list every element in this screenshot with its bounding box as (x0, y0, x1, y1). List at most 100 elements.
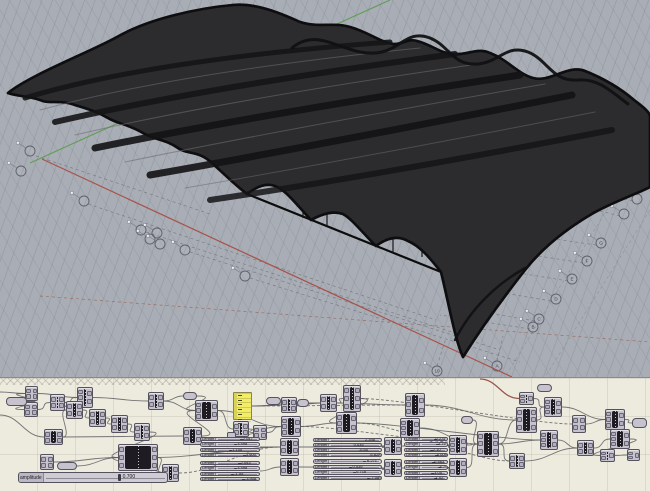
gh-number-slider[interactable]: Length-7.085 (313, 476, 382, 481)
gh-number-slider[interactable]: Length3.909 (200, 453, 260, 457)
gh-component[interactable] (384, 459, 402, 477)
grid-bubble-label: B (531, 325, 534, 330)
gh-number-slider[interactable]: Length3.498 (200, 466, 260, 470)
gh-number-slider[interactable]: Length-5.828 (313, 453, 382, 457)
gh-number-slider[interactable]: Length2.398 (313, 438, 382, 442)
gh-component[interactable] (44, 429, 63, 445)
gh-slider-stack[interactable]: Length2.047Length3.498 Length1.155Length3… (200, 437, 260, 457)
gh-number-slider[interactable]: Length-3.05 (404, 471, 448, 475)
grid-bubble[interactable] (172, 241, 191, 256)
gh-number-slider[interactable]: Length6.271 (313, 459, 382, 464)
gh-component[interactable] (343, 385, 361, 412)
gh-component[interactable] (280, 458, 299, 476)
gh-component[interactable] (384, 437, 402, 455)
gh-slider-stack[interactable]: Length0.563Length4.70 Length-3.05Length1.… (404, 460, 448, 480)
annotation-dashed-line (36, 156, 210, 214)
gh-slider-stack[interactable]: Length6.271Length0.539Length0.718Length-… (313, 459, 382, 480)
gh-component[interactable] (50, 394, 65, 411)
grid-bubble[interactable]: C (526, 310, 545, 325)
gh-component[interactable] (600, 449, 615, 462)
grid-bubble[interactable] (71, 192, 90, 207)
gh-component[interactable] (89, 409, 106, 427)
gh-param-pill[interactable] (297, 399, 309, 407)
gh-slider-stack[interactable]: Length2.043Length3.498 Length-1.55Length-… (200, 461, 260, 481)
slider-grip[interactable] (118, 474, 121, 481)
grid-bubble[interactable] (17, 142, 36, 157)
leader-end-marker (172, 241, 175, 244)
gh-number-slider[interactable]: amplitude0.700 (18, 472, 168, 483)
gh-number-slider[interactable]: Length-2.10 (404, 448, 448, 452)
gh-number-slider[interactable]: Length2.043 (200, 461, 260, 465)
rhino-perspective-viewport[interactable]: 10 A GFEDCB (0, 0, 650, 377)
gh-number-slider[interactable]: Length0.718 (313, 470, 382, 475)
gh-number-slider[interactable]: Length0.006 (404, 453, 448, 457)
gh-component[interactable] (111, 415, 128, 433)
gh-number-slider[interactable]: Length0.275 (404, 437, 448, 441)
gh-component[interactable] (449, 458, 467, 477)
gh-component[interactable] (281, 416, 301, 437)
gh-number-slider[interactable]: Length-0.55 (313, 448, 382, 452)
gh-component[interactable] (320, 394, 337, 412)
gh-number-slider[interactable]: Length3.498 (200, 442, 260, 446)
gh-component[interactable] (544, 397, 562, 417)
gh-param-pill[interactable] (183, 392, 197, 400)
gh-component[interactable] (572, 415, 586, 433)
gh-component[interactable] (540, 430, 558, 450)
gh-param-pill[interactable] (537, 384, 552, 392)
gh-param-pill[interactable] (6, 397, 27, 406)
gh-number-slider[interactable]: Length2.047 (200, 437, 260, 441)
gh-component[interactable] (610, 429, 630, 449)
gh-component[interactable] (577, 440, 594, 456)
gh-number-slider[interactable]: Length0.539 (313, 465, 382, 470)
grid-bubble[interactable] (232, 267, 251, 282)
gh-component[interactable] (134, 423, 150, 441)
gh-component[interactable] (118, 444, 158, 471)
gh-component[interactable] (405, 393, 425, 417)
gh-component[interactable] (148, 392, 164, 410)
gh-wire (594, 439, 610, 448)
gh-param-pill[interactable] (461, 416, 473, 424)
gh-component[interactable] (627, 449, 640, 461)
grid-bubble[interactable]: A (484, 357, 503, 372)
gh-number-slider[interactable]: Length4.70 (404, 465, 448, 469)
gh-param-pill[interactable] (266, 397, 281, 405)
leader-end-marker (128, 221, 131, 224)
grid-bubble[interactable]: G (588, 234, 607, 249)
grid-bubble[interactable] (8, 162, 27, 177)
gh-param-pill[interactable] (632, 418, 647, 428)
gh-component[interactable] (449, 435, 467, 455)
grid-bubble[interactable]: D (543, 290, 562, 305)
gh-component[interactable] (477, 431, 499, 457)
gh-number-slider[interactable]: Length1.155 (200, 448, 260, 452)
gh-slider-stack[interactable]: Length0.275Length1.70 Length-2.10Length0.… (404, 437, 448, 457)
gh-number-slider[interactable]: Length1.70 (404, 442, 448, 446)
gh-component[interactable] (336, 412, 357, 434)
grid-bubble[interactable]: F (574, 252, 593, 267)
gh-number-slider[interactable]: Length-1.55 (200, 472, 260, 476)
grid-bubble[interactable]: 10 (424, 362, 443, 377)
gh-number-slider[interactable]: Length1.02 (404, 476, 448, 480)
gh-component[interactable] (66, 401, 83, 419)
gh-component[interactable] (25, 386, 38, 401)
gh-number-slider[interactable]: Length-3.908 (200, 477, 260, 481)
canopy-surface[interactable] (8, 5, 650, 357)
grid-bubble[interactable] (611, 205, 630, 220)
gh-number-slider[interactable]: Length0.035 (313, 443, 382, 447)
gh-slider-stack[interactable]: Length2.398Length0.035Length-0.55Length-… (313, 438, 382, 457)
gh-param-pill[interactable] (57, 462, 77, 470)
gh-component[interactable] (400, 418, 420, 438)
gh-data-panel[interactable] (233, 392, 252, 420)
grid-bubble[interactable] (128, 221, 147, 236)
gh-component[interactable] (280, 438, 299, 456)
gh-component[interactable] (516, 407, 537, 433)
leader-end-marker (543, 290, 546, 293)
gh-component[interactable] (281, 397, 297, 413)
grid-bubble[interactable]: E (559, 270, 578, 285)
gh-component[interactable] (40, 454, 54, 470)
gh-component[interactable] (509, 453, 525, 469)
gh-number-slider[interactable]: Length0.563 (404, 460, 448, 464)
gh-component[interactable] (605, 409, 625, 430)
gh-component[interactable] (519, 392, 534, 405)
gh-component[interactable] (195, 400, 218, 421)
grasshopper-canvas[interactable]: amplitude0.700Length2.047Length3.498Leng… (0, 377, 650, 491)
